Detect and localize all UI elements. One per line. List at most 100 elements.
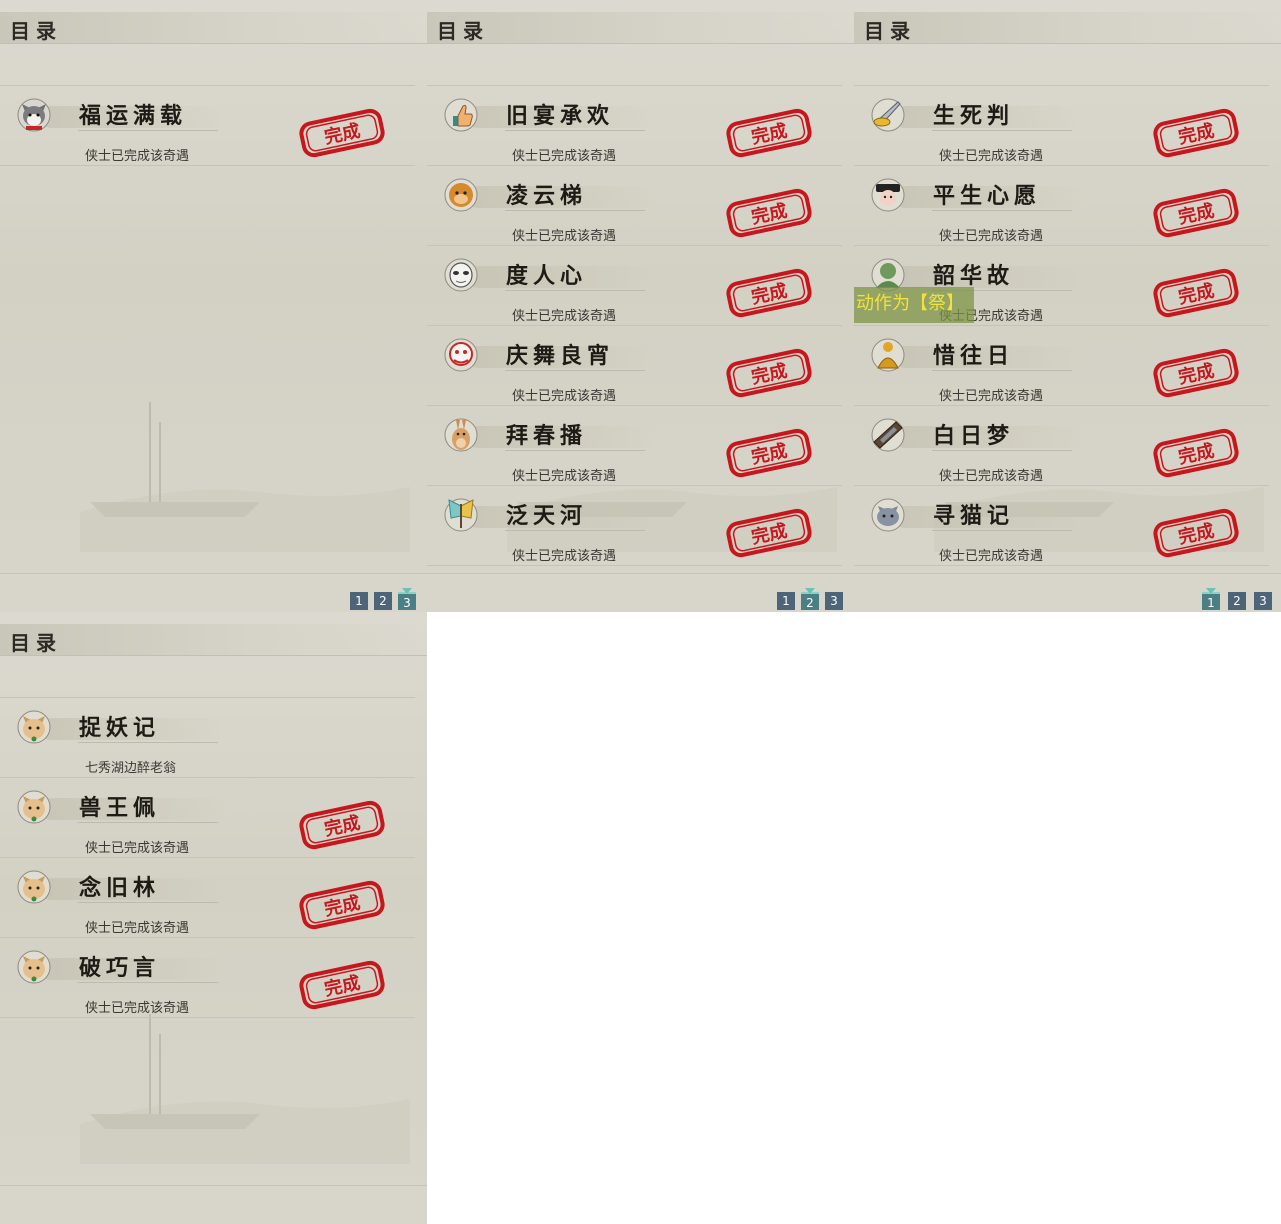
entry-status: 侠士已完成该奇遇 [85, 841, 190, 856]
page-1-button[interactable]: 1 [1202, 588, 1220, 610]
panel-header: 目录 [427, 12, 854, 44]
lion-dance-icon [444, 338, 478, 372]
entry-title: 韶华故 [933, 263, 1015, 289]
entry-title: 度人心 [506, 263, 588, 289]
husky-dog-icon [17, 98, 51, 132]
entry-status: 侠士已完成该奇遇 [512, 549, 617, 564]
completed-stamp: 完成 [1153, 188, 1239, 238]
entry-title: 兽王佩 [79, 795, 161, 821]
completed-stamp: 完成 [726, 108, 812, 158]
adventure-entry[interactable]: 念旧林 侠士已完成该奇遇 完成 [0, 858, 415, 938]
cat-icon [17, 950, 51, 984]
cat-icon [17, 710, 51, 744]
kangaroo-icon [444, 418, 478, 452]
adventure-entry[interactable]: 白日梦 侠士已完成该奇遇 完成 [854, 406, 1269, 486]
entry-status: 侠士已完成该奇遇 [939, 229, 1044, 244]
adventure-entry[interactable]: 平生心愿 侠士已完成该奇遇 完成 [854, 166, 1269, 246]
panel-title: 目录 [437, 19, 489, 43]
adventure-panel-3: 目录 生死判 侠士已完成该奇遇 完成 平生心愿 侠士已完成该奇遇 完成 韶华故 … [854, 0, 1281, 612]
entry-title: 生死判 [933, 103, 1015, 129]
completed-stamp: 完成 [299, 800, 385, 850]
entry-title: 白日梦 [933, 423, 1015, 449]
completed-stamp: 完成 [1153, 508, 1239, 558]
adventure-entry[interactable]: 福运满载 侠士已完成该奇遇 完成 [0, 86, 415, 166]
boat-painting-background [80, 1014, 410, 1164]
adventure-entry[interactable]: 兽王佩 侠士已完成该奇遇 完成 [0, 778, 415, 858]
entry-status: 侠士已完成该奇遇 [512, 149, 617, 164]
panel-title: 目录 [10, 631, 62, 655]
completed-stamp: 完成 [726, 268, 812, 318]
entry-title: 捉妖记 [79, 715, 161, 741]
entry-status: 侠士已完成该奇遇 [85, 1001, 190, 1016]
golden-buddha-icon [871, 338, 905, 372]
cat-icon [17, 790, 51, 824]
completed-stamp: 完成 [726, 188, 812, 238]
page-3-button[interactable]: 3 [825, 592, 843, 610]
completed-stamp: 完成 [1153, 428, 1239, 478]
adventure-entry[interactable]: 生死判 侠士已完成该奇遇 完成 [854, 86, 1269, 166]
entry-title: 拜春播 [506, 423, 588, 449]
action-hint-tooltip: 动作为【祭】 [854, 287, 974, 323]
entry-title: 破巧言 [79, 955, 161, 981]
entry-title: 凌云梯 [506, 183, 588, 209]
entry-status: 侠士已完成该奇遇 [939, 549, 1044, 564]
entry-title: 泛天河 [506, 503, 588, 529]
completed-stamp: 完成 [1153, 348, 1239, 398]
entry-status: 侠士已完成该奇遇 [512, 389, 617, 404]
adventure-entry[interactable]: 破巧言 侠士已完成该奇遇 完成 [0, 938, 415, 1018]
panel-title: 目录 [864, 19, 916, 43]
page-2-button[interactable]: 2 [374, 592, 392, 610]
completed-stamp: 完成 [299, 880, 385, 930]
entry-title: 平生心愿 [933, 183, 1042, 209]
butterfly-icon [444, 498, 478, 532]
entry-title: 旧宴承欢 [506, 103, 615, 129]
entry-status: 侠士已完成该奇遇 [512, 469, 617, 484]
adventure-entry[interactable]: 寻猫记 侠士已完成该奇遇 完成 [854, 486, 1269, 566]
dream-bed-icon [871, 418, 905, 452]
page-2-button[interactable]: 2 [1228, 592, 1246, 610]
entry-status: 侠士已完成该奇遇 [85, 149, 190, 164]
entry-status: 侠士已完成该奇遇 [939, 469, 1044, 484]
cat-icon [17, 870, 51, 904]
page-3-button[interactable]: 3 [1254, 592, 1272, 610]
completed-stamp: 完成 [1153, 268, 1239, 318]
panel-header: 目录 [854, 12, 1281, 44]
mask-icon [444, 258, 478, 292]
adventure-entry[interactable]: 捉妖记 七秀湖边醉老翁 [0, 698, 415, 778]
entry-status: 侠士已完成该奇遇 [939, 389, 1044, 404]
monkey-face-icon [444, 178, 478, 212]
adventure-entry[interactable]: 泛天河 侠士已完成该奇遇 完成 [427, 486, 842, 566]
completed-stamp: 完成 [299, 960, 385, 1010]
grey-cat-icon [871, 498, 905, 532]
adventure-entry[interactable]: 庆舞良宵 侠士已完成该奇遇 完成 [427, 326, 842, 406]
adventure-entry[interactable]: 惜往日 侠士已完成该奇遇 完成 [854, 326, 1269, 406]
official-hat-icon [871, 178, 905, 212]
entry-status: 侠士已完成该奇遇 [939, 149, 1044, 164]
adventure-entry[interactable]: 凌云梯 侠士已完成该奇遇 完成 [427, 166, 842, 246]
entry-status: 侠士已完成该奇遇 [512, 309, 617, 324]
adventure-entry[interactable]: 拜春播 侠士已完成该奇遇 完成 [427, 406, 842, 486]
adventure-panel-4: 目录 捉妖记 七秀湖边醉老翁 兽王佩 侠士已完成该奇遇 完成 念旧林 侠士已完成… [0, 612, 427, 1224]
adventure-entry[interactable]: 度人心 侠士已完成该奇遇 完成 [427, 246, 842, 326]
adventure-panel-1: 目录 福运满载 侠士已完成该奇遇 完成 1 2 3 [0, 0, 427, 612]
panel-header: 目录 [0, 12, 427, 44]
entry-title: 寻猫记 [933, 503, 1015, 529]
entry-status: 侠士已完成该奇遇 [85, 921, 190, 936]
page-2-button[interactable]: 2 [801, 588, 819, 610]
completed-stamp: 完成 [726, 508, 812, 558]
sword-gold-icon [871, 98, 905, 132]
page-3-button[interactable]: 3 [398, 588, 416, 610]
panel-header: 目录 [0, 624, 427, 656]
entry-title: 念旧林 [79, 875, 161, 901]
adventure-panel-2: 目录 旧宴承欢 侠士已完成该奇遇 完成 凌云梯 侠士已完成该奇遇 完成 度人心 … [427, 0, 854, 612]
entry-title: 福运满载 [79, 103, 188, 129]
page-1-button[interactable]: 1 [350, 592, 368, 610]
entry-hint: 七秀湖边醉老翁 [85, 761, 177, 776]
adventure-entry[interactable]: 旧宴承欢 侠士已完成该奇遇 完成 [427, 86, 842, 166]
page-1-button[interactable]: 1 [777, 592, 795, 610]
completed-stamp: 完成 [726, 428, 812, 478]
entry-title: 庆舞良宵 [506, 343, 615, 369]
boat-painting-background [80, 402, 410, 552]
thumbs-up-icon [444, 98, 478, 132]
completed-stamp: 完成 [726, 348, 812, 398]
